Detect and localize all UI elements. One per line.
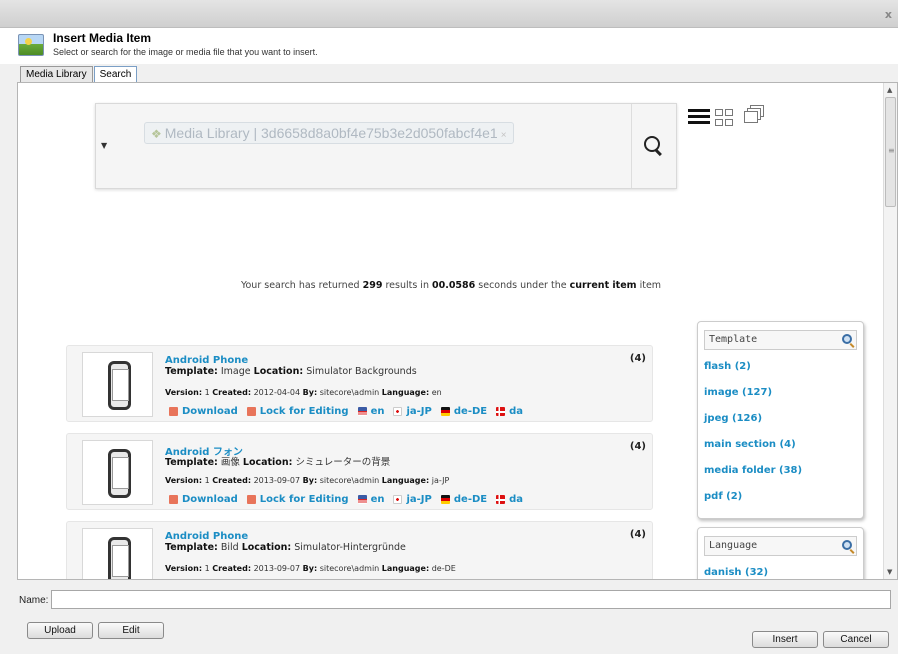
result-card[interactable]: Android Phone Template: Bild Location: S… (66, 521, 653, 579)
download-link[interactable]: Download (169, 406, 238, 417)
facet-header: Language (704, 536, 857, 556)
media-library-icon: ❖ (151, 127, 162, 141)
result-card[interactable]: Android Phone Template: Image Location: … (66, 345, 653, 422)
search-icon[interactable] (842, 540, 852, 550)
scrollbar-thumb[interactable]: ≡ (885, 97, 896, 207)
result-thumbnail[interactable] (82, 528, 153, 579)
facet-item[interactable]: image (127) (698, 382, 863, 408)
upload-button[interactable]: Upload (27, 622, 93, 639)
search-filter-token[interactable]: ❖ Media Library | 3d6658d8a0bf4e75b3e2d05… (144, 122, 514, 144)
lock-for-editing-link[interactable]: Lock for Editing (246, 494, 349, 505)
search-filter-token-label: Media Library | 3d6658d8a0bf4e75b3e2d050… (164, 125, 498, 141)
result-actions: Download Lock for Editing en ja-JP de-DE… (169, 494, 532, 505)
language-da-link[interactable]: da (496, 406, 523, 417)
result-time: 00.0586 (431, 280, 476, 291)
name-label: Name: (19, 595, 49, 606)
japan-flag-icon (393, 407, 403, 416)
facet-item[interactable]: flash (2) (698, 356, 863, 382)
phone-image-icon (108, 537, 131, 579)
facet-item[interactable]: media folder (38) (698, 460, 863, 486)
gallery-view-icon[interactable] (744, 105, 766, 125)
facet-item[interactable]: danish (32) (698, 562, 863, 579)
media-image-icon (18, 34, 44, 56)
tab-bar: Media Library Search (20, 66, 138, 82)
list-view-icon[interactable] (688, 109, 710, 127)
remove-token-icon[interactable]: × (501, 130, 507, 141)
version-count: (4) (629, 529, 646, 540)
facet-language: Language danish (32) (697, 527, 864, 579)
scroll-up-icon[interactable]: ▲ (887, 86, 892, 94)
version-count: (4) (629, 441, 646, 452)
facet-item[interactable]: pdf (2) (698, 486, 863, 512)
language-ja-link[interactable]: ja-JP (393, 406, 432, 417)
result-info: Version: 1 Created: 2012-04-04 By: sitec… (165, 388, 442, 397)
result-title[interactable]: Android Phone (165, 531, 248, 542)
result-actions: Download Lock for Editing en ja-JP de-DE… (169, 406, 532, 417)
result-thumbnail[interactable] (82, 352, 153, 417)
us-flag-icon (357, 407, 367, 416)
tab-search[interactable]: Search (93, 66, 138, 82)
result-info: Version: 1 Created: 2013-09-07 By: sitec… (165, 476, 450, 485)
result-meta: Template: Image Location: Simulator Back… (165, 366, 417, 377)
result-count: 299 (362, 280, 383, 291)
dialog-titlebar: x (0, 0, 898, 28)
dialog-subtitle: Select or search for the image or media … (53, 47, 318, 57)
germany-flag-icon (440, 495, 450, 504)
facet-title: Language (709, 540, 758, 551)
chevron-down-icon: ▼ (101, 141, 108, 150)
search-panel: ▼ ❖ Media Library | 3d6658d8a0bf4e75b3e2d… (17, 82, 898, 580)
grid-view-icon[interactable] (715, 109, 735, 127)
phone-image-icon (108, 361, 131, 410)
result-meta: Template: Bild Location: Simulator-Hinte… (165, 542, 406, 553)
facet-header: Template (704, 330, 857, 350)
search-icon[interactable] (842, 334, 852, 344)
result-title[interactable]: Android Phone (165, 355, 248, 366)
result-scope: current item (569, 280, 637, 291)
search-icon[interactable] (644, 136, 660, 152)
download-link[interactable]: Download (169, 494, 238, 505)
germany-flag-icon (440, 407, 450, 416)
language-en-link[interactable]: en (357, 406, 384, 417)
lock-icon (246, 407, 256, 416)
download-icon (169, 495, 178, 504)
result-thumbnail[interactable] (82, 440, 153, 505)
search-options-dropdown[interactable]: ▼ (96, 104, 124, 188)
scroll-down-icon[interactable]: ▼ (887, 568, 892, 576)
us-flag-icon (357, 495, 367, 504)
japan-flag-icon (393, 495, 403, 504)
edit-button[interactable]: Edit (98, 622, 164, 639)
cancel-button[interactable]: Cancel (823, 631, 889, 648)
result-info: Version: 1 Created: 2013-09-07 By: sitec… (165, 564, 456, 573)
facet-template: Template flash (2) image (127) jpeg (126… (697, 321, 864, 519)
language-de-link[interactable]: de-DE (440, 406, 487, 417)
facet-item[interactable]: jpeg (126) (698, 408, 863, 434)
search-box: ▼ ❖ Media Library | 3d6658d8a0bf4e75b3e2d… (95, 103, 677, 189)
tab-media-library[interactable]: Media Library (20, 66, 93, 82)
download-icon (169, 407, 178, 416)
divider (631, 104, 632, 188)
result-summary: Your search has returned 299 results in … (240, 280, 662, 291)
lock-for-editing-link[interactable]: Lock for Editing (246, 406, 349, 417)
facet-title: Template (709, 334, 758, 345)
name-field[interactable] (51, 590, 891, 609)
name-row: Name: (0, 590, 898, 610)
insert-button[interactable]: Insert (752, 631, 818, 648)
language-ja-link[interactable]: ja-JP (393, 494, 432, 505)
language-en-link[interactable]: en (357, 494, 384, 505)
version-count: (4) (629, 353, 646, 364)
language-de-link[interactable]: de-DE (440, 494, 487, 505)
result-meta: Template: 画像 Location: シミュレーターの背景 (165, 457, 391, 468)
denmark-flag-icon (496, 407, 506, 416)
denmark-flag-icon (496, 495, 506, 504)
dialog-title: Insert Media Item (53, 31, 152, 45)
result-card[interactable]: Android フォン Template: 画像 Location: シミュレー… (66, 433, 653, 510)
grip-icon: ≡ (888, 146, 895, 155)
language-da-link[interactable]: da (496, 494, 523, 505)
vertical-scrollbar[interactable]: ▲ ≡ ▼ (883, 83, 897, 579)
dialog-header: Insert Media Item Select or search for t… (0, 28, 898, 64)
close-icon[interactable]: x (885, 8, 892, 21)
lock-icon (246, 495, 256, 504)
phone-image-icon (108, 449, 131, 498)
facet-item[interactable]: main section (4) (698, 434, 863, 460)
